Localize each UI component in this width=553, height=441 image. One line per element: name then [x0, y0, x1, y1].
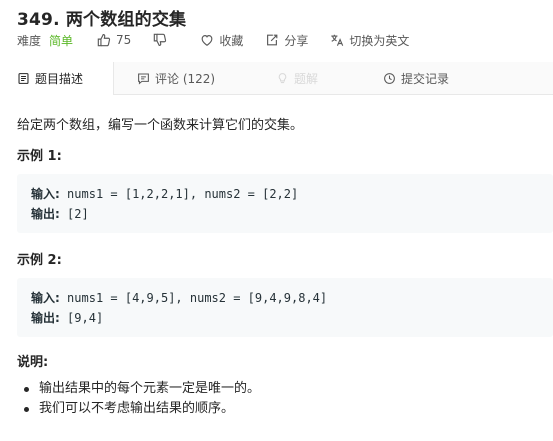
- favorite-label: 收藏: [219, 33, 244, 48]
- thumbs-down-icon: [154, 33, 167, 46]
- example-1-output-label: 输出:: [31, 207, 60, 221]
- example-2-output: [9,4]: [67, 311, 104, 325]
- tab-bar: 题目描述 评论 (122) 题解 提交记录: [0, 62, 553, 95]
- list-item: 我们可以不考虑输出结果的顺序。: [17, 399, 260, 419]
- translate-button[interactable]: 切换为英文: [330, 32, 409, 49]
- document-icon: [18, 73, 29, 84]
- example-1-heading: 示例 1:: [17, 149, 62, 164]
- tab-submissions[interactable]: 提交记录: [383, 62, 449, 95]
- share-button[interactable]: 分享: [265, 32, 308, 49]
- problem-description: 给定两个数组，编写一个函数来计算它们的交集。: [17, 118, 304, 133]
- example-1-code-block: 输入: nums1 = [1,2,2,1], nums2 = [2,2] 输出:…: [17, 174, 553, 233]
- list-item: 输出结果中的每个元素一定是唯一的。: [17, 379, 260, 399]
- example-1-output: [2]: [67, 207, 89, 221]
- example-1-input-label: 输入:: [31, 187, 60, 201]
- example-1-input: nums1 = [1,2,2,1], nums2 = [2,2]: [67, 187, 299, 201]
- clock-icon: [384, 73, 395, 84]
- tab-comments[interactable]: 评论 (122): [137, 62, 215, 95]
- share-icon: [267, 34, 278, 46]
- example-2-input-label: 输入:: [31, 291, 60, 305]
- difficulty-label: 难度: [17, 33, 42, 48]
- example-2-heading: 示例 2:: [17, 253, 62, 268]
- dislike-button[interactable]: [153, 33, 172, 47]
- like-count: 75: [116, 33, 132, 47]
- thumbs-up-icon: [97, 34, 111, 47]
- problem-meta-bar: 难度 简单 75 收藏 分享 切换为英文: [17, 31, 431, 49]
- problem-title: 349. 两个数组的交集: [17, 10, 187, 30]
- tab-submissions-label: 提交记录: [401, 72, 450, 86]
- share-label: 分享: [284, 33, 309, 48]
- heart-icon: [201, 35, 213, 46]
- tab-description-label: 题目描述: [35, 72, 84, 86]
- notes-list: 输出结果中的每个元素一定是唯一的。 我们可以不考虑输出结果的顺序。: [17, 379, 260, 419]
- comment-icon: [138, 73, 149, 85]
- notes-heading: 说明:: [17, 355, 49, 370]
- favorite-button[interactable]: 收藏: [200, 32, 243, 49]
- tab-description[interactable]: 题目描述: [0, 62, 114, 95]
- example-2-input: nums1 = [4,9,5], nums2 = [9,4,9,8,4]: [67, 291, 328, 305]
- example-2-output-label: 输出:: [31, 311, 60, 325]
- translate-icon: [331, 34, 344, 46]
- solution-icon: [278, 73, 287, 84]
- tab-solution: 题解: [276, 62, 318, 95]
- difficulty-value: 简单: [49, 33, 74, 48]
- tab-comments-label: 评论 (122): [155, 72, 216, 86]
- tab-solution-label: 题解: [294, 72, 319, 86]
- translate-label: 切换为英文: [349, 33, 410, 48]
- like-button[interactable]: 75: [97, 33, 131, 47]
- example-2-code-block: 输入: nums1 = [4,9,5], nums2 = [9,4,9,8,4]…: [17, 278, 553, 337]
